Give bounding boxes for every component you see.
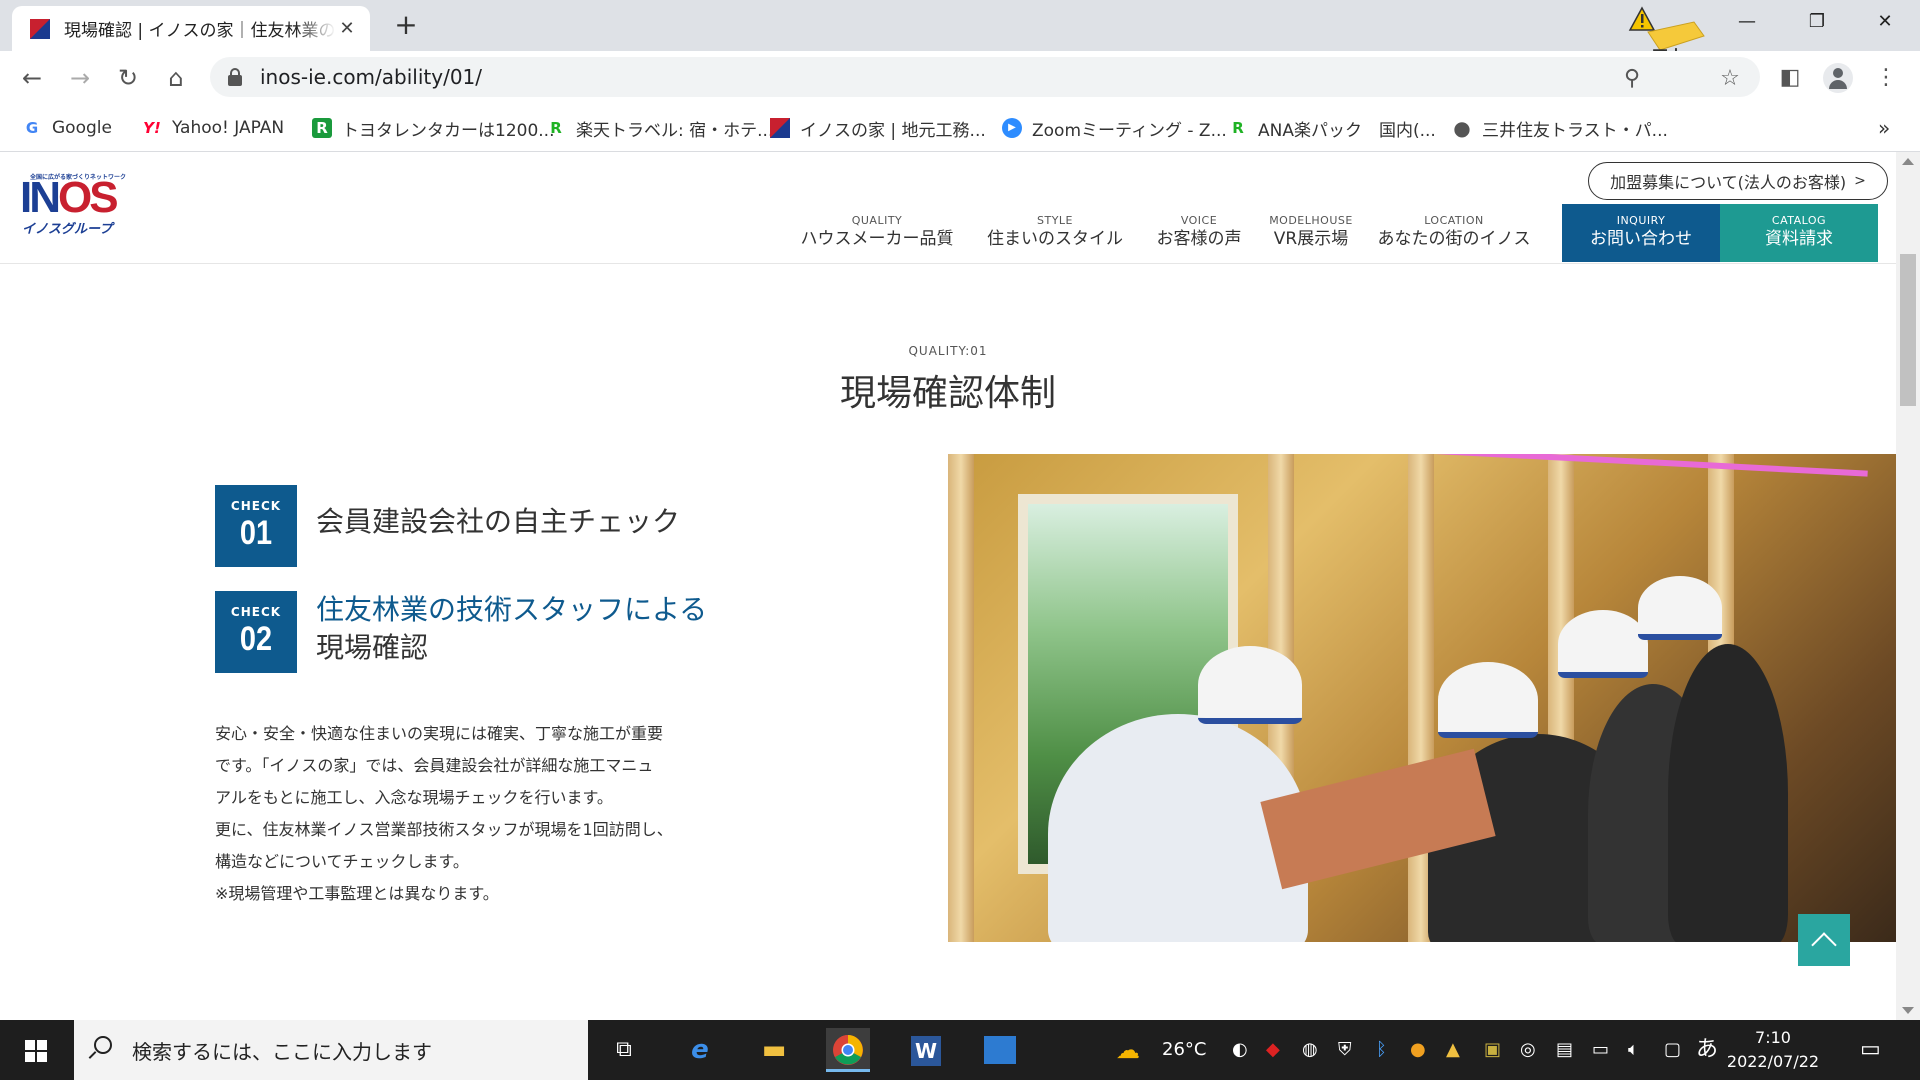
nav-modelhouse[interactable]: MODELHOUSE VR展示場 bbox=[1262, 214, 1360, 250]
paragraph: ※現場管理や工事監理とは異なります。 bbox=[215, 884, 499, 903]
url-text[interactable]: inos-ie.com/ability/01/ bbox=[260, 65, 482, 89]
check-02-text: 住友林業の技術スタッフによる 現場確認 bbox=[316, 593, 708, 664]
tray-coin-icon[interactable]: ● bbox=[1410, 1038, 1426, 1062]
bookmark-google[interactable]: G Google bbox=[22, 116, 112, 140]
window-close-button[interactable]: ✕ bbox=[1852, 0, 1918, 44]
battery-icon[interactable]: ▭ bbox=[1592, 1038, 1609, 1062]
taskbar-search-input[interactable]: 検索するには、ここに入力します bbox=[74, 1020, 588, 1080]
chevron-right-icon: > bbox=[1854, 173, 1866, 189]
tray-app4-icon[interactable]: ▤ bbox=[1556, 1038, 1573, 1062]
chrome-icon[interactable] bbox=[826, 1028, 870, 1072]
yahoo-icon: Y! bbox=[143, 119, 161, 137]
volume-icon[interactable]: 🔈︎ bbox=[1628, 1038, 1639, 1062]
google-icon: G bbox=[25, 119, 39, 137]
catalog-request-button[interactable]: CATALOG 資料請求 bbox=[1720, 204, 1878, 262]
rakuten-icon: R bbox=[1232, 119, 1244, 137]
browser-toolbar: ← → ↻ ⌂ inos-ie.com/ability/01/ ⚲ ☆ ◧ ⋮ bbox=[0, 51, 1920, 104]
inos-favicon-icon bbox=[30, 18, 50, 39]
page-top-button[interactable] bbox=[1798, 914, 1850, 966]
check-01-badge: CHECK 01 bbox=[215, 485, 297, 567]
page-scrollbar[interactable] bbox=[1896, 152, 1920, 1020]
new-tab-button[interactable]: + bbox=[390, 10, 422, 42]
network-globe-icon[interactable]: ◍ bbox=[1302, 1038, 1318, 1062]
inos-logo[interactable]: 全国に広がる家づくりネットワーク INOS イノスグループ bbox=[20, 172, 126, 237]
restore-button[interactable]: ❐ bbox=[1784, 0, 1850, 44]
tab-close-button[interactable]: ✕ bbox=[336, 18, 358, 40]
page-title: 現場確認体制 bbox=[839, 373, 1056, 414]
forward-arrow-icon[interactable]: → bbox=[66, 64, 94, 92]
profile-avatar-icon[interactable] bbox=[1823, 63, 1853, 93]
body-text: 安心・安全・快適な住まいの実現には確実、丁寧な施工が重要 です。「イノスの家」で… bbox=[215, 718, 735, 910]
home-icon[interactable]: ⌂ bbox=[162, 64, 190, 92]
internet-explorer-icon[interactable]: e bbox=[678, 1028, 722, 1072]
weather-temp[interactable]: 26°C bbox=[1162, 1038, 1206, 1062]
bookmarks-bar: G Google Y! Yahoo! JAPAN R トヨタレンタカーは1200… bbox=[0, 104, 1920, 152]
paragraph: 安心・安全・快適な住まいの実現には確実、丁寧な施工が重要 です。「イノスの家」で… bbox=[215, 724, 664, 807]
bookmark-zoom[interactable]: ▶ Zoomミーティング - Z... bbox=[1002, 116, 1227, 141]
search-icon bbox=[94, 1036, 112, 1054]
menu-kebab-icon[interactable]: ⋮ bbox=[1872, 64, 1900, 92]
mcafee-icon[interactable]: ◆ bbox=[1266, 1038, 1280, 1062]
paragraph: 更に、住友林業イノス営業部技術スタッフが現場を1回訪問し、 構造などについてチェ… bbox=[215, 820, 673, 871]
site-header: 全国に広がる家づくりネットワーク INOS イノスグループ 加盟募集について(法… bbox=[0, 152, 1896, 264]
toyota-rent-icon: R bbox=[312, 118, 332, 138]
tray-warning-icon[interactable]: ▲ bbox=[1446, 1038, 1460, 1062]
bookmark-toyota-rent[interactable]: R トヨタレンタカーは1200... bbox=[312, 116, 554, 141]
side-panel-icon[interactable]: ◧ bbox=[1776, 64, 1804, 92]
construction-site-photo bbox=[948, 454, 1896, 942]
bluetooth-icon[interactable]: ᛒ bbox=[1376, 1038, 1387, 1062]
bookmark-smtb[interactable]: ● 三井住友トラスト・パ... bbox=[1452, 116, 1668, 141]
web-page: 全国に広がる家づくりネットワーク INOS イノスグループ 加盟募集について(法… bbox=[0, 152, 1896, 1020]
rakuten-icon: R bbox=[550, 119, 562, 137]
ime-indicator[interactable]: あ bbox=[1696, 1038, 1718, 1062]
logo-subtitle: イノスグループ bbox=[22, 222, 113, 237]
tray-app-icon[interactable]: ◐ bbox=[1232, 1038, 1248, 1062]
nav-quality[interactable]: QUALITY ハウスメーカー品質 bbox=[796, 214, 958, 250]
nav-voice[interactable]: VOICE お客様の声 bbox=[1150, 214, 1248, 250]
photos-icon[interactable] bbox=[978, 1028, 1022, 1072]
weather-icon[interactable]: ☁ bbox=[1116, 1038, 1140, 1062]
network-monitor-icon[interactable]: ▢ bbox=[1664, 1038, 1681, 1062]
nav-style[interactable]: STYLE 住まいのスタイル bbox=[980, 214, 1130, 250]
recruit-member-button[interactable]: 加盟募集について(法人のお客様) > bbox=[1588, 162, 1888, 200]
inquiry-button[interactable]: INQUIRY お問い合わせ bbox=[1562, 204, 1720, 262]
tab-title: 現場確認 | イノスの家｜住友林業の bbox=[64, 21, 336, 41]
zoom-icon: ▶ bbox=[1002, 118, 1022, 138]
scroll-thumb[interactable] bbox=[1900, 254, 1916, 406]
inos-icon bbox=[770, 118, 790, 138]
check-02-badge: CHECK 02 bbox=[215, 591, 297, 673]
lock-icon[interactable] bbox=[228, 68, 242, 86]
bookmark-yahoo[interactable]: Y! Yahoo! JAPAN bbox=[142, 116, 284, 140]
nav-location[interactable]: LOCATION あなたの街のイノス bbox=[1376, 214, 1532, 250]
tray-app3-icon[interactable]: ◎ bbox=[1520, 1038, 1536, 1062]
bookmark-ana-rakupack[interactable]: R ANA楽パック 国内(... bbox=[1228, 116, 1436, 141]
browser-tab-strip: 現場確認 | イノスの家｜住友林業の ✕ + 正木 — ❐ ✕ bbox=[0, 0, 1920, 66]
bookmark-inos[interactable]: イノスの家 | 地元工務... bbox=[770, 116, 986, 141]
check-01-text: 会員建設会社の自主チェック bbox=[316, 505, 681, 538]
security-shield-icon[interactable]: ⛨ bbox=[1338, 1038, 1352, 1062]
globe-icon: ● bbox=[1453, 116, 1471, 140]
back-arrow-icon[interactable]: ← bbox=[18, 64, 46, 92]
task-view-icon[interactable]: ⧉ bbox=[602, 1028, 646, 1072]
tray-app2-icon[interactable]: ▣ bbox=[1484, 1038, 1501, 1062]
word-icon[interactable]: W bbox=[904, 1028, 948, 1072]
section-kicker: QUALITY:01 bbox=[908, 344, 988, 358]
minimize-button[interactable]: — bbox=[1714, 0, 1780, 44]
windows-start-icon[interactable] bbox=[0, 1020, 72, 1080]
address-bar[interactable]: inos-ie.com/ability/01/ ⚲ ☆ bbox=[210, 57, 1760, 97]
windows-taskbar: 検索するには、ここに入力します ⧉ e ▬ W ☁ 26°C ◐ ◆ ◍ ⛨ ᛒ… bbox=[0, 1020, 1920, 1080]
system-clock[interactable]: 7:10 2022/07/22 bbox=[1718, 1026, 1828, 1074]
scroll-up-arrow-icon[interactable] bbox=[1902, 158, 1914, 165]
bookmark-rakuten-travel[interactable]: R 楽天トラベル: 宿・ホテ... bbox=[546, 116, 773, 141]
browser-tab[interactable]: 現場確認 | イノスの家｜住友林業の ✕ bbox=[12, 6, 370, 51]
notification-icon[interactable]: ▭ bbox=[1860, 1038, 1881, 1062]
scroll-down-arrow-icon[interactable] bbox=[1902, 1007, 1914, 1014]
bookmarks-overflow-button[interactable]: » bbox=[1878, 116, 1890, 140]
reload-icon[interactable]: ↻ bbox=[114, 64, 142, 92]
file-explorer-icon[interactable]: ▬ bbox=[752, 1028, 796, 1072]
logo-wordmark: INOS bbox=[20, 173, 119, 222]
bookmark-star-icon[interactable]: ☆ bbox=[1718, 67, 1742, 91]
zoom-magnifier-icon[interactable]: ⚲ bbox=[1620, 67, 1644, 91]
